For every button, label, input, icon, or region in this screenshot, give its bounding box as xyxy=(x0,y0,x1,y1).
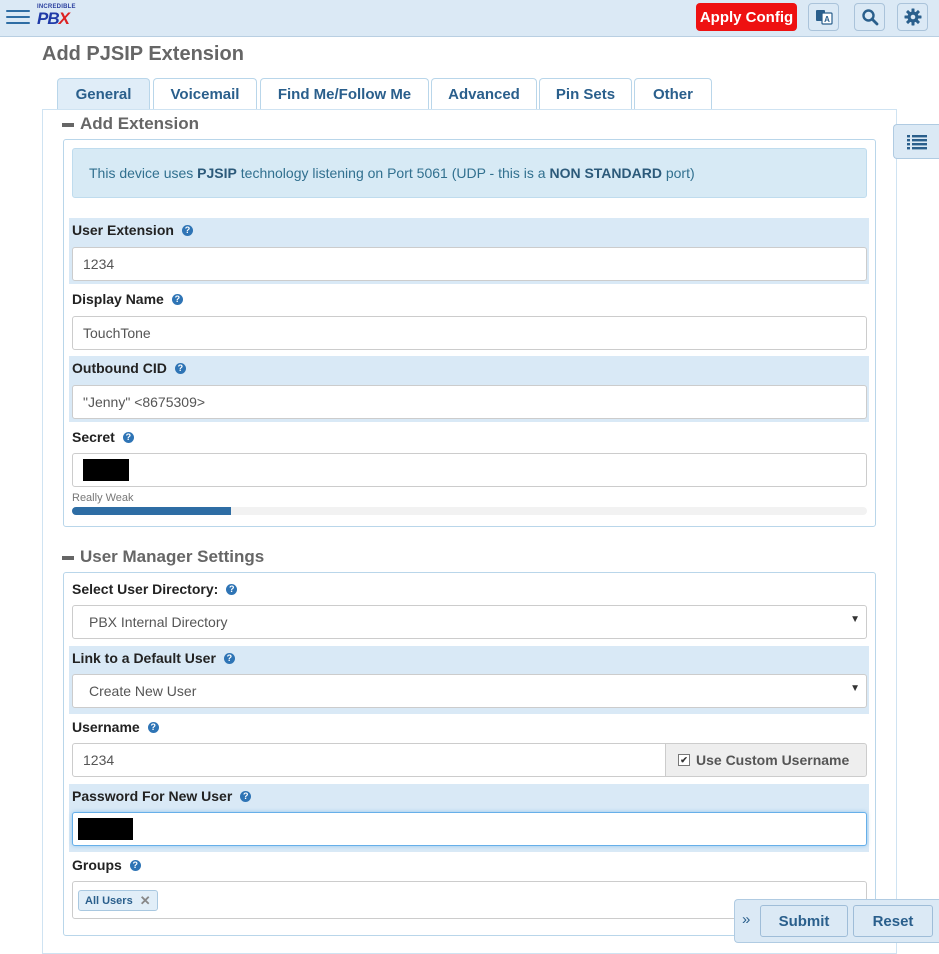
secret-label-text: Secret xyxy=(72,429,115,445)
display-name-input[interactable]: TouchTone xyxy=(72,316,867,350)
use-custom-username-checkbox[interactable]: ✔ Use Custom Username xyxy=(665,743,867,777)
outbound-cid-label: Outbound CID ? xyxy=(72,360,186,376)
info-suffix: port) xyxy=(661,165,695,181)
tab-advanced[interactable]: Advanced xyxy=(431,78,537,110)
user-extension-input[interactable]: 1234 xyxy=(72,247,867,281)
tab-pin-sets[interactable]: Pin Sets xyxy=(539,78,632,110)
page-list-toggle[interactable] xyxy=(893,124,939,159)
password-strength-label: Really Weak xyxy=(72,492,134,504)
gear-icon xyxy=(904,8,921,26)
dropdown-caret-icon: ▼ xyxy=(850,614,860,625)
user-directory-select[interactable]: PBX Internal Directory ▼ xyxy=(72,605,867,639)
redacted-password xyxy=(78,818,133,840)
logo[interactable]: INCREDIBLE PBX xyxy=(36,4,76,28)
floating-action-bar: » Submit Reset xyxy=(734,899,939,943)
help-icon[interactable]: ? xyxy=(181,224,193,236)
user-directory-label: Select User Directory: ? xyxy=(72,581,238,597)
collapse-action-bar-icon[interactable]: » xyxy=(742,911,750,928)
info-tech: PJSIP xyxy=(197,165,237,181)
device-info-alert: This device uses PJSIP technology listen… xyxy=(72,148,867,198)
help-icon[interactable]: ? xyxy=(174,362,186,374)
help-icon[interactable]: ? xyxy=(122,431,134,443)
help-icon[interactable]: ? xyxy=(226,583,238,595)
groups-label: Groups ? xyxy=(72,857,141,873)
default-user-label-text: Link to a Default User xyxy=(72,650,216,666)
info-alert-text: This device uses PJSIP technology listen… xyxy=(89,165,695,181)
tab-other[interactable]: Other xyxy=(634,78,712,110)
outbound-cid-label-text: Outbound CID xyxy=(72,360,167,376)
apply-config-button[interactable]: Apply Config xyxy=(696,3,797,31)
group-tag-label: All Users xyxy=(85,894,133,907)
info-middle: technology listening on Port 5061 (UDP -… xyxy=(236,165,550,181)
user-extension-label-text: User Extension xyxy=(72,222,174,238)
section-title-add-extension: Add Extension xyxy=(80,114,200,133)
display-name-label: Display Name ? xyxy=(72,291,183,307)
default-user-value: Create New User xyxy=(89,683,197,699)
display-name-label-text: Display Name xyxy=(72,291,164,307)
new-user-password-input[interactable] xyxy=(72,812,867,846)
help-icon[interactable]: ? xyxy=(171,293,183,305)
tab-general[interactable]: General xyxy=(57,78,150,110)
tab-find-me-follow-me[interactable]: Find Me/Follow Me xyxy=(260,78,429,110)
search-icon xyxy=(861,9,878,26)
collapse-icon xyxy=(62,555,74,560)
logo-pb: PB xyxy=(37,9,60,28)
username-input[interactable]: 1234 xyxy=(72,743,666,777)
section-title-user-manager: User Manager Settings xyxy=(80,547,265,566)
groups-label-text: Groups xyxy=(72,857,122,873)
password-strength-fill xyxy=(72,507,231,515)
collapse-icon xyxy=(62,122,74,127)
user-extension-label: User Extension ? xyxy=(72,222,193,238)
submit-button[interactable]: Submit xyxy=(760,905,848,937)
translate-icon: A xyxy=(815,10,833,25)
secret-input[interactable] xyxy=(72,453,867,487)
help-icon[interactable]: ? xyxy=(147,721,159,733)
info-nonstandard: NON STANDARD xyxy=(549,165,662,181)
logo-text: PBX xyxy=(37,9,70,29)
use-custom-username-label: Use Custom Username xyxy=(696,752,850,768)
section-toggle-add-extension[interactable]: Add Extension xyxy=(62,114,199,134)
language-button[interactable]: A xyxy=(808,3,839,31)
user-directory-value: PBX Internal Directory xyxy=(89,614,228,630)
search-button[interactable] xyxy=(854,3,885,31)
list-icon xyxy=(906,134,927,149)
svg-text:A: A xyxy=(824,15,830,24)
help-icon[interactable]: ? xyxy=(240,790,252,802)
new-user-password-label-text: Password For New User xyxy=(72,788,233,804)
help-icon[interactable]: ? xyxy=(129,859,141,871)
help-icon[interactable]: ? xyxy=(223,652,235,664)
page-title: Add PJSIP Extension xyxy=(42,43,244,65)
info-prefix: This device uses xyxy=(89,165,198,181)
checkbox-checked-icon: ✔ xyxy=(678,754,690,766)
settings-button[interactable] xyxy=(897,3,928,31)
logo-x: X xyxy=(58,9,70,28)
top-navbar: INCREDIBLE PBX Apply Config A xyxy=(0,0,939,37)
remove-tag-icon[interactable]: ✕ xyxy=(140,893,151,909)
username-label: Username ? xyxy=(72,719,159,735)
dropdown-caret-icon: ▼ xyxy=(850,683,860,694)
tab-voicemail[interactable]: Voicemail xyxy=(153,78,257,110)
password-strength-bar xyxy=(72,507,867,515)
group-tag[interactable]: All Users ✕ xyxy=(78,890,158,911)
user-directory-label-text: Select User Directory: xyxy=(72,581,219,597)
username-label-text: Username xyxy=(72,719,140,735)
default-user-label: Link to a Default User ? xyxy=(72,650,235,666)
reset-button[interactable]: Reset xyxy=(853,905,933,937)
new-user-password-label: Password For New User ? xyxy=(72,788,252,804)
outbound-cid-input[interactable]: "Jenny" <8675309> xyxy=(72,385,867,419)
hamburger-menu-icon[interactable] xyxy=(6,6,30,28)
secret-label: Secret ? xyxy=(72,429,134,445)
section-toggle-user-manager[interactable]: User Manager Settings xyxy=(62,547,264,567)
default-user-select[interactable]: Create New User ▼ xyxy=(72,674,867,708)
redacted-secret xyxy=(83,459,129,481)
